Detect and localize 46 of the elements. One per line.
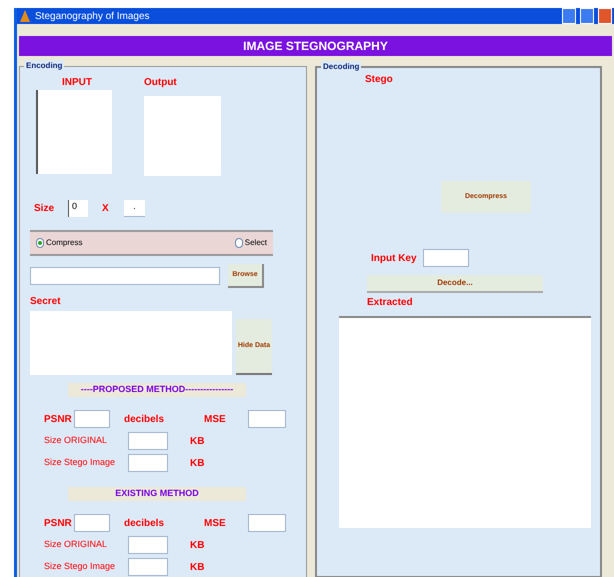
decoding-title: Decoding [321,61,362,73]
input-key-label: Input Key [371,252,417,266]
size-stego-field[interactable] [128,558,168,576]
output-label: Output [144,76,178,90]
decode-button[interactable]: Decode... [367,275,543,293]
section-title: EXISTING METHOD [68,487,246,501]
size-stego-unit: KB [190,560,204,574]
psnr-label: PSNR [44,412,73,426]
window-title: Steganography of Images [35,10,151,24]
psnr-field[interactable] [74,410,110,428]
radio-option[interactable]: Compress [36,237,82,249]
input-key-field[interactable] [422,249,469,267]
header-banner: IMAGE STEGNOGRAPHY [19,36,612,56]
psnr-field[interactable] [74,514,110,532]
size-stego-label: Size Stego Image [44,560,116,574]
size-label: Size [34,202,56,216]
secret-label: Secret [30,295,62,309]
encoding-title: Encoding [24,60,64,72]
size-original-field[interactable] [128,536,168,554]
size-original-field[interactable] [128,432,168,450]
mse-label: MSE [204,412,227,426]
maximize-button[interactable] [580,8,594,24]
extracted-label: Extracted [367,296,414,310]
size-x-label: X [102,202,110,216]
size-stego-unit: KB [190,456,204,470]
size-original-unit: KB [190,538,204,552]
close-button[interactable] [598,8,612,24]
size-original-label: Size ORIGINAL [44,434,108,448]
size-height-field[interactable]: . [124,200,145,216]
psnr-unit: decibels [124,516,166,530]
size-width-field[interactable]: 0 [68,200,88,216]
size-original-label: Size ORIGINAL [44,538,108,552]
mse-field[interactable] [248,514,286,532]
psnr-unit: decibels [124,412,166,426]
mse-label: MSE [204,516,227,530]
radio-option[interactable]: Select [234,237,267,249]
size-stego-field[interactable] [128,454,168,472]
psnr-label: PSNR [44,516,73,530]
size-original-unit: KB [190,434,204,448]
mse-field[interactable] [248,410,286,428]
section-title: ----PROPOSED METHOD---------------- [68,383,246,397]
stego-label: Stego [365,73,394,87]
size-stego-label: Size Stego Image [44,456,116,470]
input-label: INPUT [62,76,93,90]
minimize-button[interactable] [562,8,576,24]
file-path-field[interactable] [30,267,220,285]
